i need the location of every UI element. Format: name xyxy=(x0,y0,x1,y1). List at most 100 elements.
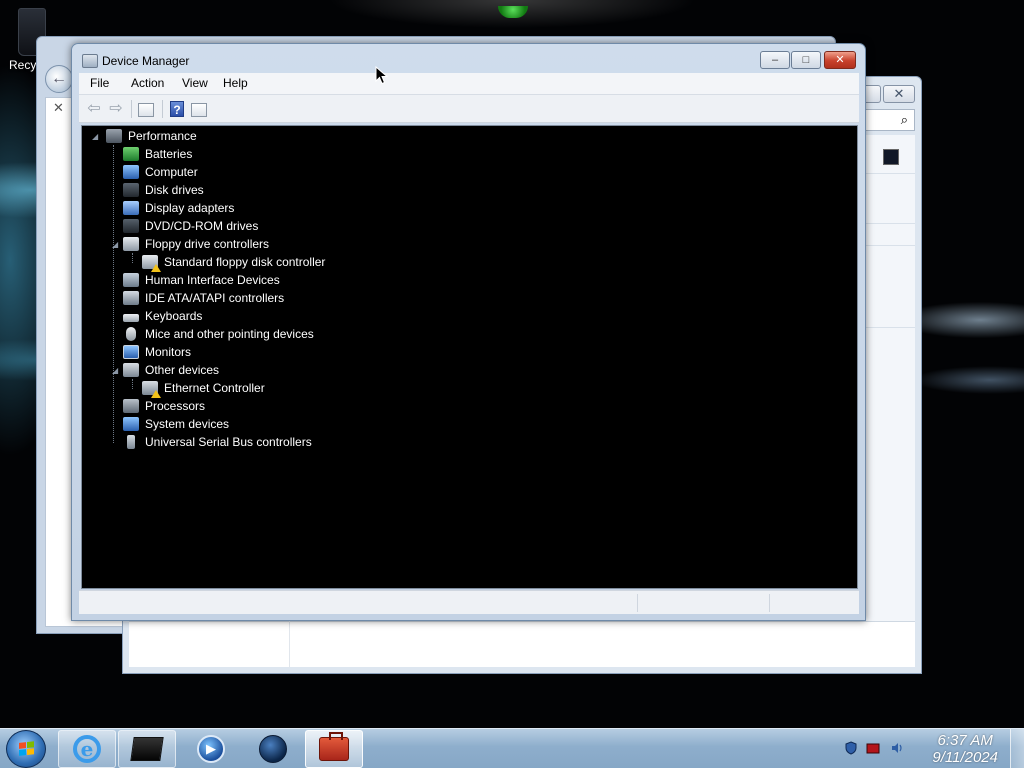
tree-node-label: Disk drives xyxy=(145,183,204,197)
tree-node-label: Universal Serial Bus controllers xyxy=(145,435,312,449)
processor-icon xyxy=(123,399,139,413)
black-app-icon xyxy=(130,737,164,761)
divider xyxy=(865,173,915,174)
tree-node-keyboards[interactable]: Keyboards xyxy=(123,307,202,325)
back-arrow-icon[interactable]: ← xyxy=(45,65,73,93)
computer-icon xyxy=(123,165,139,179)
menu-action[interactable]: Action xyxy=(128,76,167,90)
back-arrow-icon[interactable]: ⇦ xyxy=(85,101,103,117)
start-button[interactable] xyxy=(6,730,46,768)
globe-icon xyxy=(259,735,287,763)
tree-node-other-devices[interactable]: Other devices xyxy=(123,361,219,379)
forward-arrow-icon[interactable]: ⇨ xyxy=(107,101,125,117)
close-icon[interactable]: ✕ xyxy=(53,100,64,116)
tree-node-standard-floppy-controller[interactable]: Standard floppy disk controller xyxy=(142,253,326,272)
maximize-button[interactable]: □ xyxy=(791,51,821,69)
tree-node-label: Processors xyxy=(145,399,206,413)
tree-node-computer[interactable]: Computer xyxy=(123,163,198,181)
shield-icon[interactable] xyxy=(844,741,858,755)
tree-node-label: Keyboards xyxy=(145,309,203,323)
collapse-icon[interactable]: ◢ xyxy=(112,366,118,375)
menu-view[interactable]: View xyxy=(179,76,211,90)
help-icon[interactable]: ? xyxy=(170,101,184,117)
clock-time: 6:37 AM xyxy=(937,732,993,749)
device-manager-icon xyxy=(82,54,98,68)
taskbar-toolbox-app[interactable] xyxy=(305,730,363,768)
windows-logo-icon xyxy=(19,741,35,757)
display-icon[interactable] xyxy=(866,741,880,755)
status-divider xyxy=(637,594,638,612)
tree-node-label: Floppy drive controllers xyxy=(145,237,270,251)
keyboard-icon xyxy=(123,314,139,322)
collapse-icon[interactable]: ◢ xyxy=(92,132,98,141)
floppy-controller-icon xyxy=(142,255,161,272)
tree-node-ethernet-controller[interactable]: Ethernet Controller xyxy=(142,379,265,398)
app-icon[interactable] xyxy=(883,149,899,165)
system-device-icon xyxy=(123,417,139,431)
background-window-content xyxy=(129,621,915,667)
display-adapter-icon xyxy=(123,201,139,215)
tree-node-floppy-controllers[interactable]: Floppy drive controllers xyxy=(123,235,269,253)
mouse-icon xyxy=(126,327,136,341)
tree-node-ide-controllers[interactable]: IDE ATA/ATAPI controllers xyxy=(123,289,284,307)
divider xyxy=(865,327,915,328)
tree-node-label: Other devices xyxy=(145,363,220,377)
tree-root-label: Performance xyxy=(128,129,197,143)
status-bar xyxy=(79,590,859,614)
tree-node-usb-controllers[interactable]: Universal Serial Bus controllers xyxy=(123,433,312,451)
tree-connector xyxy=(132,379,133,389)
tree-node-disk-drives[interactable]: Disk drives xyxy=(123,181,204,199)
dvd-drive-icon xyxy=(123,219,139,233)
show-desktop-button[interactable] xyxy=(1010,729,1024,768)
tree-root[interactable]: Performance xyxy=(106,127,197,145)
toolbar-separator xyxy=(162,100,163,118)
menu-bar: File Action View Help xyxy=(79,73,859,95)
tree-connector xyxy=(132,253,133,263)
menu-file[interactable]: File xyxy=(87,76,112,90)
divider xyxy=(865,245,915,246)
tree-connector xyxy=(113,145,114,443)
taskbar-globe-app[interactable] xyxy=(244,730,302,768)
window-title: Device Manager xyxy=(102,54,190,68)
system-clock[interactable]: 6:37 AM 9/11/2024 xyxy=(932,732,998,766)
tree-node-display-adapters[interactable]: Display adapters xyxy=(123,199,234,217)
media-player-icon: ▶ xyxy=(197,735,225,763)
show-hide-console-tree-icon[interactable] xyxy=(138,103,154,117)
unknown-device-icon xyxy=(142,381,161,398)
device-manager-window[interactable]: Device Manager – □ ✕ File Action View He… xyxy=(71,43,866,621)
usb-icon xyxy=(127,435,135,449)
close-button[interactable]: ✕ xyxy=(824,51,856,69)
properties-icon[interactable] xyxy=(191,103,207,117)
tree-node-batteries[interactable]: Batteries xyxy=(123,145,192,163)
tree-node-monitors[interactable]: Monitors xyxy=(123,343,191,361)
toolbar-separator xyxy=(131,100,132,118)
recycle-bin-label[interactable]: Recy xyxy=(9,58,36,72)
taskbar-black-app[interactable] xyxy=(118,730,176,768)
divider xyxy=(865,223,915,224)
computer-root-icon xyxy=(106,129,122,143)
device-tree[interactable]: ◢ Performance Batteries Computer Disk dr… xyxy=(81,125,858,589)
tree-node-processors[interactable]: Processors xyxy=(123,397,205,415)
minimize-button[interactable]: – xyxy=(760,51,790,69)
close-button[interactable]: ✕ xyxy=(883,85,915,103)
mouse-cursor-icon xyxy=(375,66,389,85)
taskbar-media-player[interactable]: ▶ xyxy=(182,730,240,768)
menu-help[interactable]: Help xyxy=(220,76,251,90)
tree-node-dvd-drives[interactable]: DVD/CD-ROM drives xyxy=(123,217,258,235)
background-window-side-panel xyxy=(865,135,915,621)
toolbox-icon xyxy=(319,732,349,761)
tree-node-label: Ethernet Controller xyxy=(164,381,265,395)
tree-node-hid[interactable]: Human Interface Devices xyxy=(123,271,280,289)
taskbar-internet-explorer[interactable]: e xyxy=(58,730,116,768)
tree-node-mice[interactable]: Mice and other pointing devices xyxy=(123,325,314,343)
status-divider xyxy=(769,594,770,612)
tree-node-system-devices[interactable]: System devices xyxy=(123,415,229,433)
volume-icon[interactable] xyxy=(890,741,904,755)
tree-node-label: IDE ATA/ATAPI controllers xyxy=(145,291,285,305)
search-field[interactable]: ⌕ xyxy=(865,109,915,131)
collapse-icon[interactable]: ◢ xyxy=(112,240,118,249)
unknown-device-icon xyxy=(123,363,139,377)
internet-explorer-icon: e xyxy=(73,735,101,763)
monitor-icon xyxy=(123,345,139,359)
tree-node-label: Standard floppy disk controller xyxy=(164,255,326,269)
